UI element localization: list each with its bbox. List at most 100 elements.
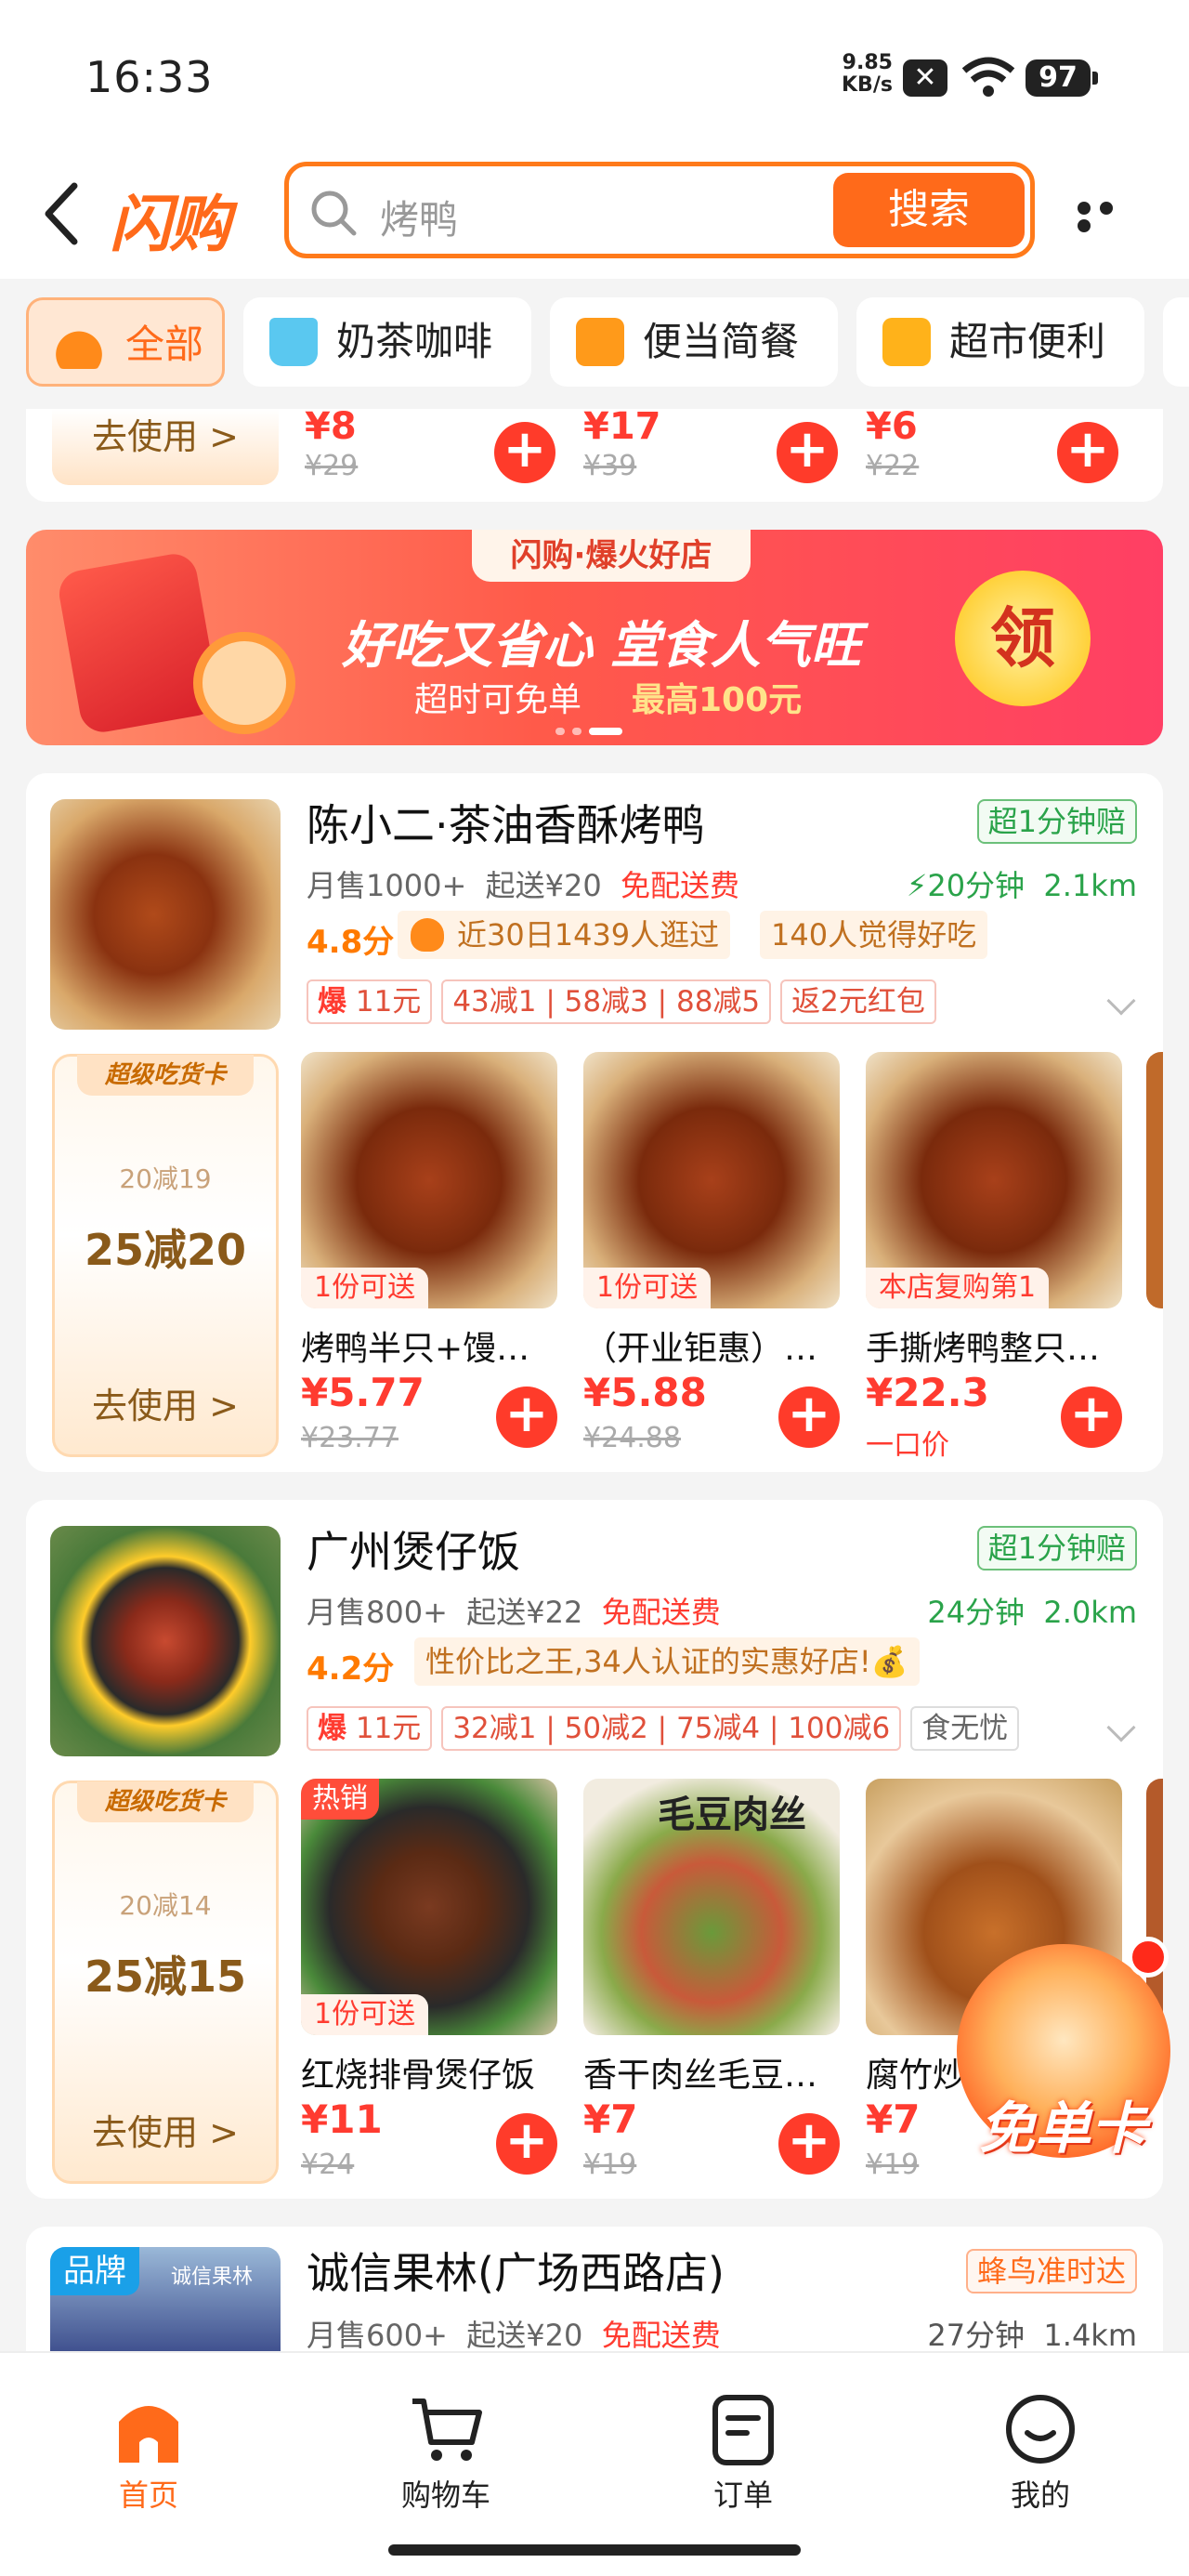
add-to-cart-button[interactable]: + [496,2113,557,2175]
promo-tag: 爆 11元 [307,1706,433,1751]
home-indicator [388,2544,801,2556]
min-order: 起送¥20 [466,2318,583,2353]
promo-value: 11元 [355,985,422,1019]
use-coupon-button[interactable]: 去使用 > [55,2104,276,2155]
add-to-cart-button[interactable]: + [1061,1387,1122,1448]
store-meta: 月售1000+ 起送¥20 免配送费 [307,862,739,905]
clock-icon [193,632,295,734]
tab-more[interactable] [1163,297,1189,387]
promo-value: 11元 [355,1712,422,1745]
super-coupon-card[interactable]: 超级吃货卡 20减19 25减20 去使用 > [52,1054,279,1457]
store-score: 4.2分 [307,1650,395,1688]
hot-badge: 热销 [301,1779,379,1820]
distance: 1.4km [1043,2318,1137,2353]
category-tabs: 全部 奶茶咖啡 便当简餐 超市便利 [0,279,1189,409]
promo-tag: 32减1 | 50减2 | 75减4 | 100减6 [441,1706,902,1751]
promo-value: 50减2 [564,1712,648,1745]
add-to-cart-button[interactable]: + [1057,422,1118,483]
min-order: 起送¥22 [466,1595,583,1630]
coupon-badge: 超级吃货卡 [77,1055,254,1096]
nav-orders[interactable]: 订单 [669,2390,817,2515]
store-card[interactable]: 陈小二·茶油香酥烤鸭 超1分钟赔 月售1000+ 起送¥20 免配送费 ⚡20分… [26,773,1163,1472]
store-image [50,799,281,1030]
speed-unit: KB/s [842,73,893,97]
tab-bento[interactable]: 便当简餐 [550,297,838,387]
promo-value: 43减1 [452,985,537,1019]
dish-name: 手撕烤鸭整只… [866,1330,1101,1368]
search-input[interactable]: 烤鸭 [380,189,458,245]
dish-card[interactable]: 热销 1份可送 红烧排骨煲仔饭 ¥11 ¥24 + [301,1779,557,2181]
dish-name: （开业钜惠）… [583,1330,818,1368]
tab-label: 全部 [125,322,204,367]
claim-button[interactable]: 领 [955,571,1091,706]
add-to-cart-button[interactable]: + [778,2113,840,2175]
search-icon [311,191,357,236]
dish-card[interactable]: 本店复购第1 手撕烤鸭整只… ¥22.3 一口价 + [866,1052,1122,1462]
store-name: 诚信果林(广场西路店) [307,2248,725,2298]
tab-all[interactable]: 全部 [26,297,225,387]
promo-tag: 43减1 | 58减3 | 88减5 [441,979,772,1024]
taste-highlight: 140人觉得好吃 [760,911,988,959]
super-coupon-card[interactable]: 超级吃货卡 20减14 25减15 去使用 > [52,1781,279,2184]
free-order-card-float[interactable]: 免单卡 [951,1925,1174,2167]
dish-card[interactable]: 1份可送 烤鸭半只+馒… ¥5.77 ¥23.77 + [301,1052,557,1454]
wifi-icon [961,57,1015,97]
search-bar[interactable]: 烤鸭 搜索 [284,162,1035,258]
dish-card[interactable]: 1份可送 （开业钜惠）… ¥5.88 ¥24.88 + [583,1052,840,1454]
promo-tags: 爆 11元 32减1 | 50减2 | 75减4 | 100减6 食无忧 [307,1706,1028,1751]
battery-indicator: 97 [1026,59,1098,97]
nav-home[interactable]: 首页 [74,2390,223,2515]
bowl-icon [55,321,103,369]
dish-price: ¥17 [583,409,661,448]
tab-label: 超市便利 [949,319,1106,364]
promo-value: 32减1 [452,1712,537,1745]
delivery-info: 24分钟 2.0km [927,1589,1137,1632]
add-to-cart-button[interactable]: + [777,422,838,483]
promo-value: 58减3 [564,985,648,1019]
nav-profile[interactable]: 我的 [966,2390,1115,2515]
promo-value: 75减4 [675,1712,761,1745]
tab-supermarket[interactable]: 超市便利 [856,297,1144,387]
promo-tag: 返2元红包 [780,979,936,1024]
promo-tag: 爆 11元 [307,979,433,1024]
add-to-cart-button[interactable]: + [494,422,555,483]
dish-card[interactable]: 毛豆肉丝 香干肉丝毛豆… ¥7 ¥19 + [583,1779,840,2181]
search-button[interactable]: 搜索 [833,173,1025,247]
promo-label: 爆 [318,1712,346,1745]
speed-value: 9.85 [842,51,893,74]
monthly-sales: 月售600+ [307,2318,448,2353]
tab-milk-tea-coffee[interactable]: 奶茶咖啡 [243,297,531,387]
use-coupon-button[interactable]: 去使用 > [52,409,279,485]
delivery-fee: 免配送费 [621,868,740,903]
use-coupon-button[interactable]: 去使用 > [55,1377,276,1428]
promo-tag: 食无忧 [910,1706,1020,1751]
guarantee-badge: 超1分钟赔 [976,1526,1137,1571]
expand-chevron-icon[interactable] [1106,986,1136,1016]
more-menu-icon[interactable] [1078,201,1143,232]
coupon-big: 25减20 [84,1225,247,1275]
nav-cart[interactable]: 购物车 [372,2390,520,2515]
add-to-cart-button[interactable]: + [496,1387,557,1448]
expand-chevron-icon[interactable] [1106,1713,1136,1742]
no-sim-icon: ✕ [903,59,947,97]
dish-tag: 1份可送 [583,1268,712,1308]
status-time: 16:33 [85,52,214,102]
dish-tag: 1份可送 [301,1994,429,2035]
delivery-time: 24分钟 [927,1595,1026,1630]
monthly-sales: 月售800+ [307,1595,448,1630]
network-speed: 9.85 KB/s [842,52,893,97]
dish-price: ¥8 [305,409,357,448]
dish-image: 毛豆肉丝 [583,1779,840,2035]
store-image [50,1526,281,1756]
coupon-big: 25减15 [84,1952,247,2002]
back-arrow-icon[interactable] [35,178,91,249]
banner-headline: 好吃又省心 堂食人气旺 [342,616,861,675]
promo-banner[interactable]: 闪购·爆火好店 好吃又省心 堂食人气旺 超时可免单 最高100元 领 [26,530,1163,745]
dish-tag: 本店复购第1 [866,1268,1050,1308]
add-to-cart-button[interactable]: + [778,1387,840,1448]
promo-value: 100减6 [788,1712,891,1745]
brand-badge: 品牌 [50,2247,139,2295]
dish-price: ¥22.3 [866,1370,989,1415]
app-logo: 闪购 [110,189,230,260]
dish-image: 热销 1份可送 [301,1779,557,2035]
